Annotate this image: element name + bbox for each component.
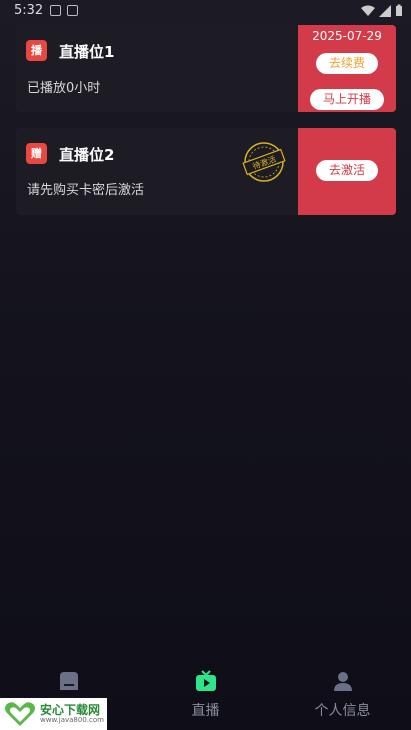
tab-live-label: 直播 xyxy=(191,703,220,719)
slot-action-panel: 2025-07-29 去续费 马上开播 xyxy=(298,25,396,112)
notification-icon xyxy=(67,5,78,16)
tab-home[interactable] xyxy=(0,670,137,700)
signal-icon xyxy=(379,4,391,17)
expiry-date: 2025-07-29 xyxy=(312,29,382,43)
slot-subtitle: 请先购买卡密后激活 xyxy=(27,183,145,198)
slot-title: 直播位1 xyxy=(59,43,115,61)
start-live-button[interactable]: 马上开播 xyxy=(310,89,384,110)
pending-activation-stamp-icon: 待激活 xyxy=(242,142,286,182)
tab-profile-label: 个人信息 xyxy=(314,703,371,719)
tv-play-icon xyxy=(195,670,216,691)
live-slot-card[interactable]: 播 直播位1 已播放0小时 2025-07-29 去续费 马上开播 xyxy=(16,25,396,112)
watermark-logo-icon xyxy=(5,702,35,726)
home-icon xyxy=(59,672,78,690)
status-notification-icons xyxy=(50,5,78,16)
slot-subtitle: 已播放0小时 xyxy=(27,81,101,96)
site-watermark: 安心下载网 www.java800.com xyxy=(0,698,107,730)
tab-profile[interactable]: 个人信息 xyxy=(274,670,411,720)
slot-title: 直播位2 xyxy=(59,146,115,164)
status-time: 5:32 xyxy=(14,3,44,18)
slot-badge: 播 xyxy=(26,40,47,61)
live-slot-card[interactable]: 赠 直播位2 请先购买卡密后激活 待激活 去激活 xyxy=(16,128,396,215)
person-icon xyxy=(333,672,352,691)
battery-icon xyxy=(396,4,402,16)
watermark-url: www.java800.com xyxy=(40,716,104,724)
slot-action-panel: 去激活 xyxy=(298,128,396,215)
status-right-icons xyxy=(361,4,403,17)
activate-button[interactable]: 去激活 xyxy=(316,160,378,181)
tab-live[interactable]: 直播 xyxy=(137,670,274,720)
status-bar: 5:32 xyxy=(0,0,411,22)
renew-button[interactable]: 去续费 xyxy=(316,53,378,74)
slot-badge: 赠 xyxy=(26,143,47,164)
notification-icon xyxy=(50,5,61,16)
wifi-icon xyxy=(361,5,375,16)
